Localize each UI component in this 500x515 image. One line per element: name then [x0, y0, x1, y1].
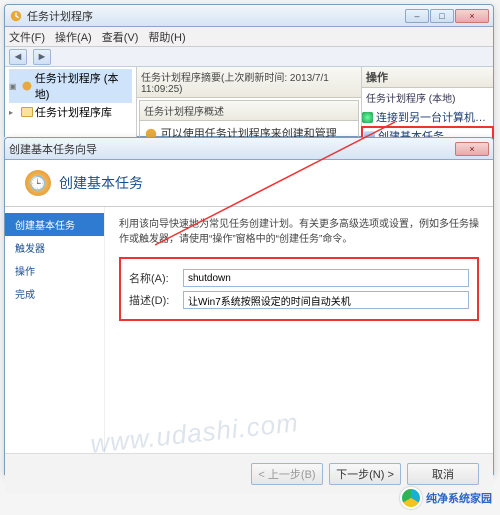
menu-file[interactable]: 文件(F): [9, 29, 45, 45]
name-input[interactable]: [183, 269, 469, 287]
maximize-button[interactable]: □: [430, 9, 454, 23]
wizard-intro: 利用该向导快速地为常见任务创建计划。有关更多高级选项或设置，例如多任务操作或触发…: [119, 217, 479, 247]
wizard-title: 创建基本任务向导: [9, 141, 455, 157]
brand-logo-icon: [400, 487, 422, 509]
actions-title: 操作: [362, 67, 493, 88]
menu-action[interactable]: 操作(A): [55, 29, 92, 45]
task-scheduler-window: 任务计划程序 – □ × 文件(F) 操作(A) 查看(V) 帮助(H) ◄ ►…: [4, 4, 494, 137]
step-basic[interactable]: 创建基本任务: [5, 213, 104, 236]
next-button[interactable]: 下一步(N) >: [329, 463, 401, 485]
step-action[interactable]: 操作: [5, 259, 104, 282]
toolbar: ◄ ►: [5, 47, 493, 67]
action-connect[interactable]: 连接到另一台计算机…: [362, 107, 493, 127]
actions-pane: 操作 任务计划程序 (本地) 连接到另一台计算机… 创建基本任务…: [361, 67, 493, 138]
step-trigger[interactable]: 触发器: [5, 236, 104, 259]
wizard-titlebar[interactable]: 创建基本任务向导 ×: [5, 138, 493, 160]
back-button: < 上一步(B): [251, 463, 323, 485]
menu-view[interactable]: 查看(V): [102, 29, 139, 45]
wizard-form: 利用该向导快速地为常见任务创建计划。有关更多高级选项或设置，例如多任务操作或触发…: [105, 207, 493, 453]
name-label: 名称(A):: [129, 270, 177, 286]
clock-icon: 🕒: [25, 170, 51, 196]
tree-pane: ▣ 任务计划程序 (本地) ▸ 任务计划程序库: [5, 67, 137, 138]
nav-forward-button[interactable]: ►: [33, 49, 51, 65]
wizard-close-button[interactable]: ×: [455, 142, 489, 156]
connect-icon: [362, 112, 373, 123]
tree-root[interactable]: ▣ 任务计划程序 (本地): [9, 69, 132, 103]
close-button[interactable]: ×: [455, 9, 489, 23]
description-label: 描述(D):: [129, 292, 177, 308]
clock-icon: [21, 80, 33, 92]
expander-icon[interactable]: ▸: [9, 108, 19, 117]
window-title: 任务计划程序: [27, 8, 405, 24]
actions-group: 任务计划程序 (本地): [362, 88, 493, 107]
titlebar[interactable]: 任务计划程序 – □ ×: [5, 5, 493, 27]
cancel-button[interactable]: 取消: [407, 463, 479, 485]
action-connect-label: 连接到另一台计算机…: [376, 109, 486, 125]
brand-badge: 纯净系统家园: [400, 487, 492, 509]
menubar: 文件(F) 操作(A) 查看(V) 帮助(H): [5, 27, 493, 47]
center-pane: 任务计划程序摘要(上次刷新时间: 2013/7/1 11:09:25) 任务计划…: [137, 67, 361, 138]
description-input[interactable]: [183, 291, 469, 309]
wizard-header: 🕒 创建基本任务: [5, 160, 493, 207]
menu-help[interactable]: 帮助(H): [148, 29, 185, 45]
step-finish[interactable]: 完成: [5, 282, 104, 305]
wizard-heading: 创建基本任务: [59, 173, 143, 193]
tree-library-label: 任务计划程序库: [35, 104, 112, 120]
tree-library[interactable]: ▸ 任务计划程序库: [9, 103, 132, 121]
overview-header: 任务计划程序概述: [140, 101, 358, 121]
folder-icon: [21, 107, 33, 117]
nav-back-button[interactable]: ◄: [9, 49, 27, 65]
wizard-steps: 创建基本任务 触发器 操作 完成: [5, 207, 105, 453]
minimize-button[interactable]: –: [405, 9, 429, 23]
highlight-box: 名称(A): 描述(D):: [119, 257, 479, 321]
app-icon: [9, 9, 23, 23]
expander-icon[interactable]: ▣: [9, 82, 19, 91]
brand-text: 纯净系统家园: [426, 490, 492, 506]
summary-header: 任务计划程序摘要(上次刷新时间: 2013/7/1 11:09:25): [137, 67, 361, 98]
tree-root-label: 任务计划程序 (本地): [35, 70, 132, 102]
